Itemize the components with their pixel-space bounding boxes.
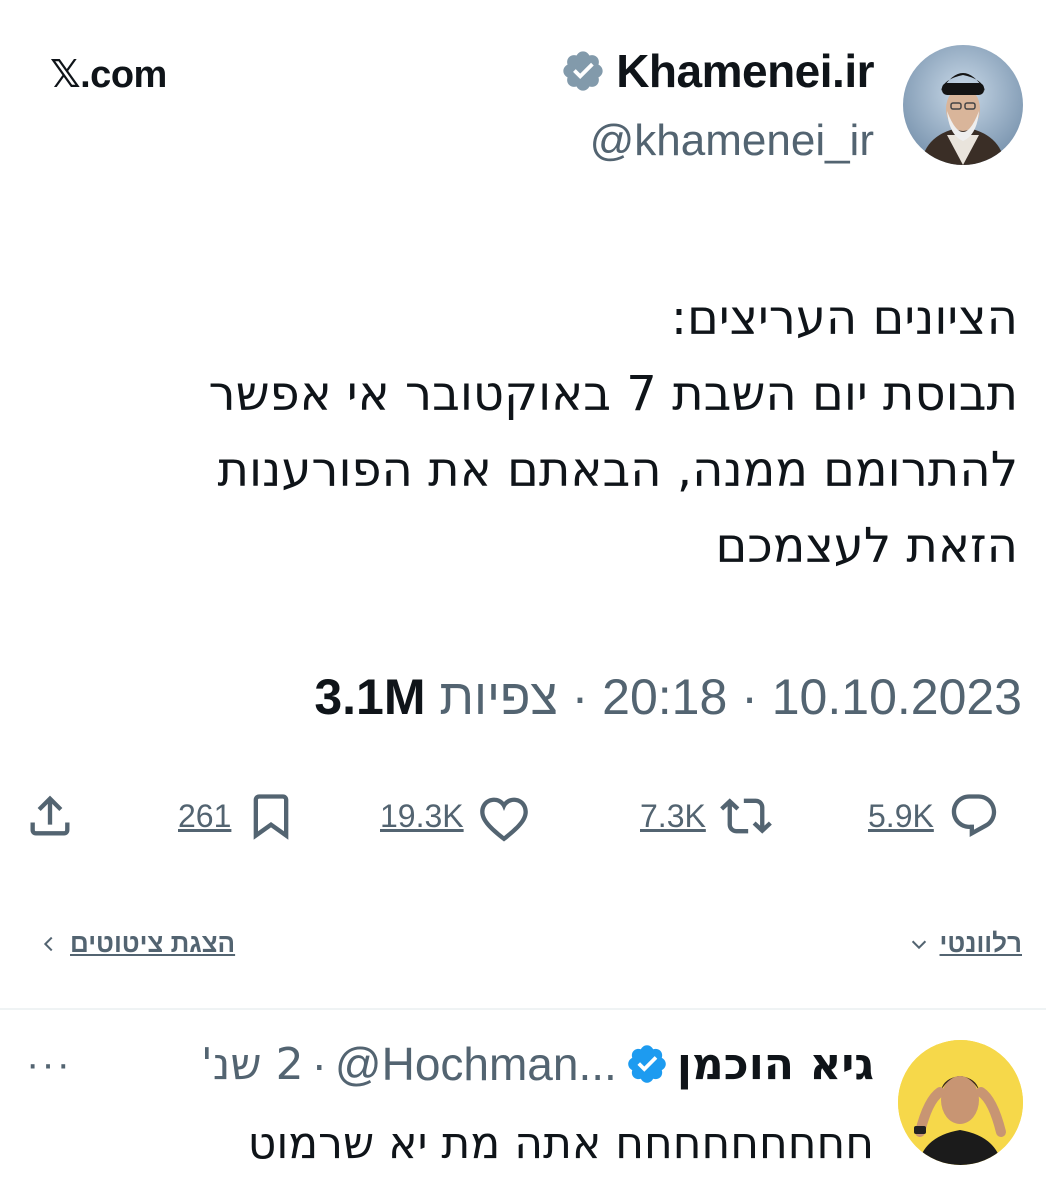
reply-text: חחחחחחחחח אתה מת יא שרמוט xyxy=(247,1118,874,1169)
reply-button[interactable]: 5.9K xyxy=(868,790,1000,842)
reply-separator: · xyxy=(311,1038,327,1090)
show-quotes-link[interactable]: הצגת ציטוטים xyxy=(38,928,235,959)
chevron-left-icon xyxy=(43,936,53,951)
reply-header: 2 שנ' · @Hochman... גיא הוכמן xyxy=(201,1037,874,1091)
author-avatar[interactable] xyxy=(903,45,1023,165)
site-brand: 𝕏.com xyxy=(50,52,167,97)
bookmark-count: 261 xyxy=(178,797,232,834)
tweet-time[interactable]: 20:18 xyxy=(602,668,727,726)
retweet-icon xyxy=(719,798,772,834)
like-count: 19.3K xyxy=(380,797,464,834)
sort-relevance-label: רלוונטי xyxy=(939,928,1022,958)
bookmark-button[interactable]: 261 xyxy=(178,790,297,842)
like-button[interactable]: 19.3K xyxy=(380,790,530,842)
reply-author-name[interactable]: גיא הוכמן xyxy=(677,1039,874,1090)
x-logo: 𝕏 xyxy=(50,52,81,96)
reply-icon xyxy=(951,794,996,837)
retweet-count: 7.3K xyxy=(640,797,706,834)
share-icon xyxy=(30,795,70,836)
more-options-icon[interactable]: ··· xyxy=(26,1042,72,1087)
show-quotes-label: הצגת ציטוטים xyxy=(70,928,236,958)
brand-domain: .com xyxy=(80,54,167,96)
author-handle[interactable]: @khamenei_ir xyxy=(590,116,874,166)
tweet-text: הציונים העריצים: תבוסת יום השבת 7 באוקטו… xyxy=(208,290,1019,574)
reply-avatar[interactable] xyxy=(898,1040,1023,1165)
divider xyxy=(0,1008,1046,1010)
meta-separator: · xyxy=(741,669,758,725)
meta-separator: · xyxy=(571,669,589,725)
bookmark-icon xyxy=(254,794,289,840)
retweet-button[interactable]: 7.3K xyxy=(640,790,772,842)
verified-badge-icon xyxy=(628,1045,666,1083)
reply-count: 5.9K xyxy=(868,797,934,834)
author-name-row[interactable]: Khamenei.ir xyxy=(560,44,874,98)
reply-handle[interactable]: @Hochman... xyxy=(335,1037,617,1091)
verified-badge-icon xyxy=(563,51,603,91)
views-label: צפיות xyxy=(439,669,558,725)
tweet-date[interactable]: 10.10.2023 xyxy=(772,668,1022,726)
tweet-meta: 10.10.2023 · 20:18 · צפיות 3.1M xyxy=(314,668,1022,726)
share-button[interactable] xyxy=(24,790,76,842)
heart-icon xyxy=(479,797,528,842)
views-count[interactable]: 3.1M xyxy=(314,668,425,726)
author-name: Khamenei.ir xyxy=(616,45,874,97)
chevron-down-icon xyxy=(911,940,926,949)
reply-time[interactable]: 2 שנ' xyxy=(201,1039,304,1090)
sort-relevance[interactable]: רלוונטי xyxy=(908,928,1022,959)
